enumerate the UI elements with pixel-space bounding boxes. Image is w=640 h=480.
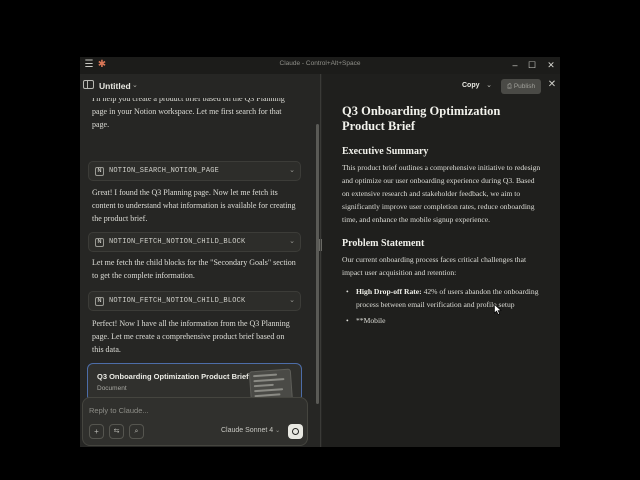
title-bar: ☰ ✱ Claude - Control+Alt+Space – ☐ ✕: [80, 57, 560, 74]
section-heading: Problem Statement: [342, 238, 425, 249]
section-heading: Executive Summary: [342, 146, 429, 157]
chevron-down-icon[interactable]: ⌄: [484, 79, 494, 93]
model-selector[interactable]: Claude Sonnet 4 ⌄: [221, 427, 280, 434]
list-item: • High Drop-off Rate: 42% of users abando…: [346, 287, 539, 309]
notion-icon: N: [95, 167, 104, 176]
artifact-toolbar: Copy ⌄ ⎙ Publish ✕: [322, 74, 560, 96]
section-paragraph: This product brief outlines a comprehens…: [342, 163, 541, 224]
bullet-list: • High Drop-off Rate: 42% of users abando…: [342, 285, 542, 327]
artifact-type: Document: [97, 385, 127, 392]
mouse-cursor-icon: [494, 304, 502, 315]
search-icon[interactable]: ⌕: [129, 424, 144, 439]
artifact-pane: Copy ⌄ ⎙ Publish ✕ Q3 Onboarding Optimiz…: [322, 74, 560, 447]
voice-mode-button[interactable]: [288, 424, 303, 439]
model-name: Claude Sonnet 4: [221, 427, 274, 434]
tool-call-block[interactable]: N NOTION_FETCH_NOTION_CHILD_BLOCK ⌄: [88, 232, 301, 252]
close-window-button[interactable]: ✕: [545, 59, 557, 71]
tool-call-label: NOTION_FETCH_NOTION_CHILD_BLOCK: [109, 297, 246, 305]
window-title: Claude - Control+Alt+Space: [279, 60, 361, 67]
copy-button[interactable]: Copy: [458, 79, 484, 93]
section-paragraph: Our current onboarding process faces cri…: [342, 255, 527, 277]
tools-toggle-icon[interactable]: ⇆: [109, 424, 124, 439]
artifact-title: Q3 Onboarding Optimization Product Brief: [97, 372, 249, 381]
chevron-down-icon: ⌄: [275, 428, 281, 434]
add-attachment-button[interactable]: +: [89, 424, 104, 439]
chat-header: Untitled ⌄: [80, 74, 321, 98]
tool-call-label: NOTION_FETCH_NOTION_CHILD_BLOCK: [109, 238, 246, 246]
list-item: • **Mobile: [346, 316, 386, 325]
minimize-button[interactable]: –: [509, 59, 521, 71]
sidebar-toggle-icon[interactable]: [83, 80, 94, 89]
notion-icon: N: [95, 238, 104, 247]
chevron-down-icon[interactable]: ⌄: [289, 296, 295, 304]
app-window: ☰ ✱ Claude - Control+Alt+Space – ☐ ✕ Unt…: [80, 57, 560, 447]
tool-call-block[interactable]: N NOTION_FETCH_NOTION_CHILD_BLOCK ⌄: [88, 291, 301, 311]
document-content: Q3 Onboarding Optimization Product Brief…: [342, 104, 542, 330]
tool-call-label: NOTION_SEARCH_NOTION_PAGE: [109, 167, 220, 175]
publish-label: Publish: [513, 83, 536, 90]
list-item-text: **Mobile: [356, 316, 386, 325]
chevron-down-icon[interactable]: ⌄: [289, 166, 295, 174]
assistant-message: I'll help you create a product brief bas…: [92, 98, 285, 129]
assistant-message: Let me fetch the child blocks for the "S…: [92, 258, 296, 280]
notion-icon: N: [95, 297, 104, 306]
assistant-message: Perfect! Now I have all the information …: [92, 319, 290, 354]
chat-scrollbar[interactable]: [316, 124, 319, 404]
chat-pane: Untitled ⌄ I'll help you create a produc…: [80, 74, 321, 447]
chevron-down-icon[interactable]: ⌄: [289, 237, 295, 245]
tool-call-block[interactable]: N NOTION_SEARCH_NOTION_PAGE ⌄: [88, 161, 301, 181]
reply-input[interactable]: [89, 404, 289, 416]
maximize-button[interactable]: ☐: [526, 59, 538, 71]
chevron-down-icon[interactable]: ⌄: [132, 81, 138, 89]
list-item-label: High Drop-off Rate:: [356, 287, 422, 296]
message-list: I'll help you create a product brief bas…: [80, 98, 321, 402]
publish-button[interactable]: ⎙ Publish: [501, 79, 541, 94]
reply-composer: + ⇆ ⌕ Claude Sonnet 4 ⌄: [82, 397, 308, 446]
assistant-message: Great! I found the Q3 Planning page. Now…: [92, 188, 296, 223]
document-title: Q3 Onboarding Optimization Product Brief: [342, 104, 501, 133]
close-icon[interactable]: ✕: [546, 79, 558, 91]
chat-title[interactable]: Untitled: [99, 81, 131, 91]
